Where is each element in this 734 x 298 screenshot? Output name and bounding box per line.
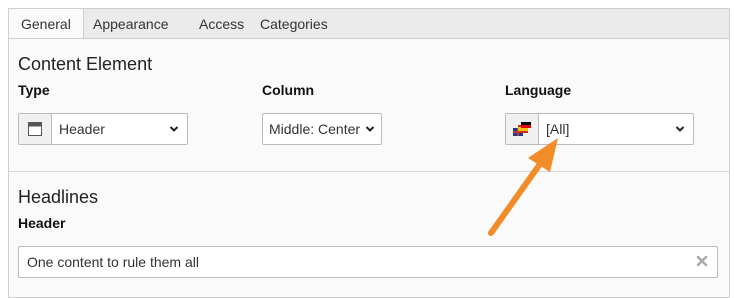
column-label: Column xyxy=(262,82,315,98)
content-header-icon xyxy=(19,114,52,144)
header-input[interactable]: One content to rule them all xyxy=(18,246,718,278)
column-select[interactable]: Middle: Center xyxy=(262,113,382,145)
clear-icon[interactable] xyxy=(696,255,708,267)
tab-categories[interactable]: Categories xyxy=(248,9,340,39)
type-select[interactable]: Header xyxy=(18,113,188,145)
header-input-value: One content to rule them all xyxy=(27,254,199,270)
chevron-down-icon xyxy=(169,126,179,132)
tab-bar: General Appearance Access Categories xyxy=(8,8,730,40)
header-label: Header xyxy=(18,215,66,231)
flags-multiple-icon xyxy=(506,114,539,144)
section-title-headlines: Headlines xyxy=(18,187,99,207)
language-label: Language xyxy=(505,82,572,98)
section-divider xyxy=(9,171,729,172)
section-title-content-element: Content Element xyxy=(18,54,153,74)
chevron-down-icon xyxy=(675,126,685,132)
tab-general[interactable]: General xyxy=(9,9,84,40)
chevron-down-icon xyxy=(365,126,375,132)
form-panel: Content Element Type Column Language Hea… xyxy=(8,38,730,298)
column-select-value: Middle: Center xyxy=(269,121,361,137)
language-select[interactable]: [All] xyxy=(505,113,694,145)
tab-access[interactable]: Access xyxy=(187,9,256,39)
type-label: Type xyxy=(18,82,50,98)
type-select-value: Header xyxy=(59,121,105,137)
tab-appearance[interactable]: Appearance xyxy=(81,9,181,39)
language-select-value: [All] xyxy=(546,121,570,137)
